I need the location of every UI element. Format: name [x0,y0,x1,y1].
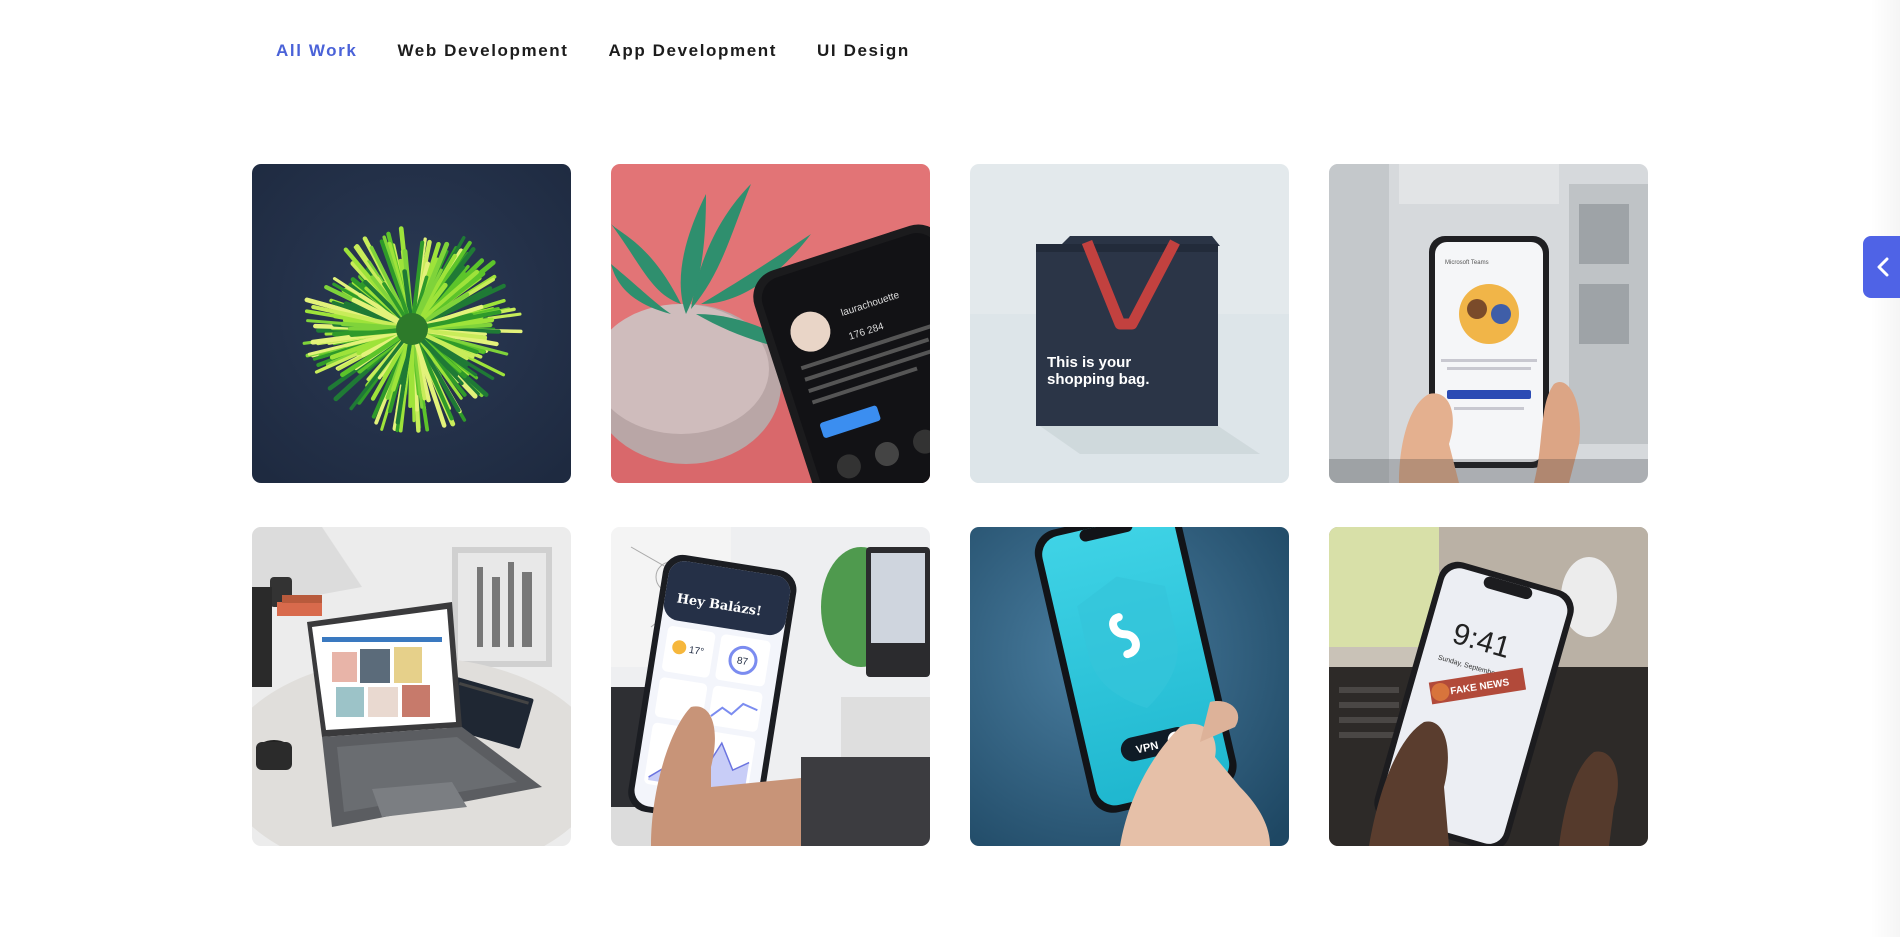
weather-score: 87 [736,655,749,668]
weather-phone-image: Hey Balázs! 17° 87 [611,527,930,846]
filter-ui-design[interactable]: UI Design [817,40,910,62]
weather-temp: 17° [688,645,705,658]
filter-web-development[interactable]: Web Development [397,40,568,62]
portfolio-item-teams-phone[interactable]: Microsoft Teams [1329,164,1648,483]
filter-all-work[interactable]: All Work [276,40,357,62]
filter-app-development[interactable]: App Development [609,40,778,62]
portfolio-item-social-phone[interactable]: laurachouette 176 284 [611,164,930,483]
laptop-image [252,527,571,846]
lockscreen-phone-image: 9:41 Sunday, September 12 FAKE NEWS [1329,527,1648,846]
straws-image [252,164,571,483]
chevron-left-icon [1877,257,1889,277]
portfolio-item-vpn-phone[interactable]: VPN [970,527,1289,846]
portfolio-filter-tabs: All Work Web Development App Development… [276,40,910,62]
portfolio-page: All Work Web Development App Development… [0,0,1900,937]
portfolio-item-lockscreen-phone[interactable]: 9:41 Sunday, September 12 FAKE NEWS [1329,527,1648,846]
bag-print-line-2: shopping bag. [1047,371,1150,388]
shopping-bag-image: This is your shopping bag. [970,164,1289,483]
straw [410,337,416,423]
portfolio-item-straws[interactable] [252,164,571,483]
portfolio-item-shopping-bag[interactable]: This is your shopping bag. [970,164,1289,483]
portfolio-item-weather-phone[interactable]: Hey Balázs! 17° 87 [611,527,930,846]
teams-phone-image: Microsoft Teams [1329,164,1648,483]
teams-screen-title: Microsoft Teams [1445,260,1489,266]
edge-shadow [1870,0,1900,937]
social-phone-image: laurachouette 176 284 [611,164,930,483]
side-panel-toggle[interactable] [1863,236,1900,298]
portfolio-item-laptop[interactable] [252,527,571,846]
vpn-phone-image: VPN [970,527,1289,846]
portfolio-grid: laurachouette 176 284 This is your shopp… [252,164,1648,846]
bag-print-line-1: This is your [1047,354,1131,371]
